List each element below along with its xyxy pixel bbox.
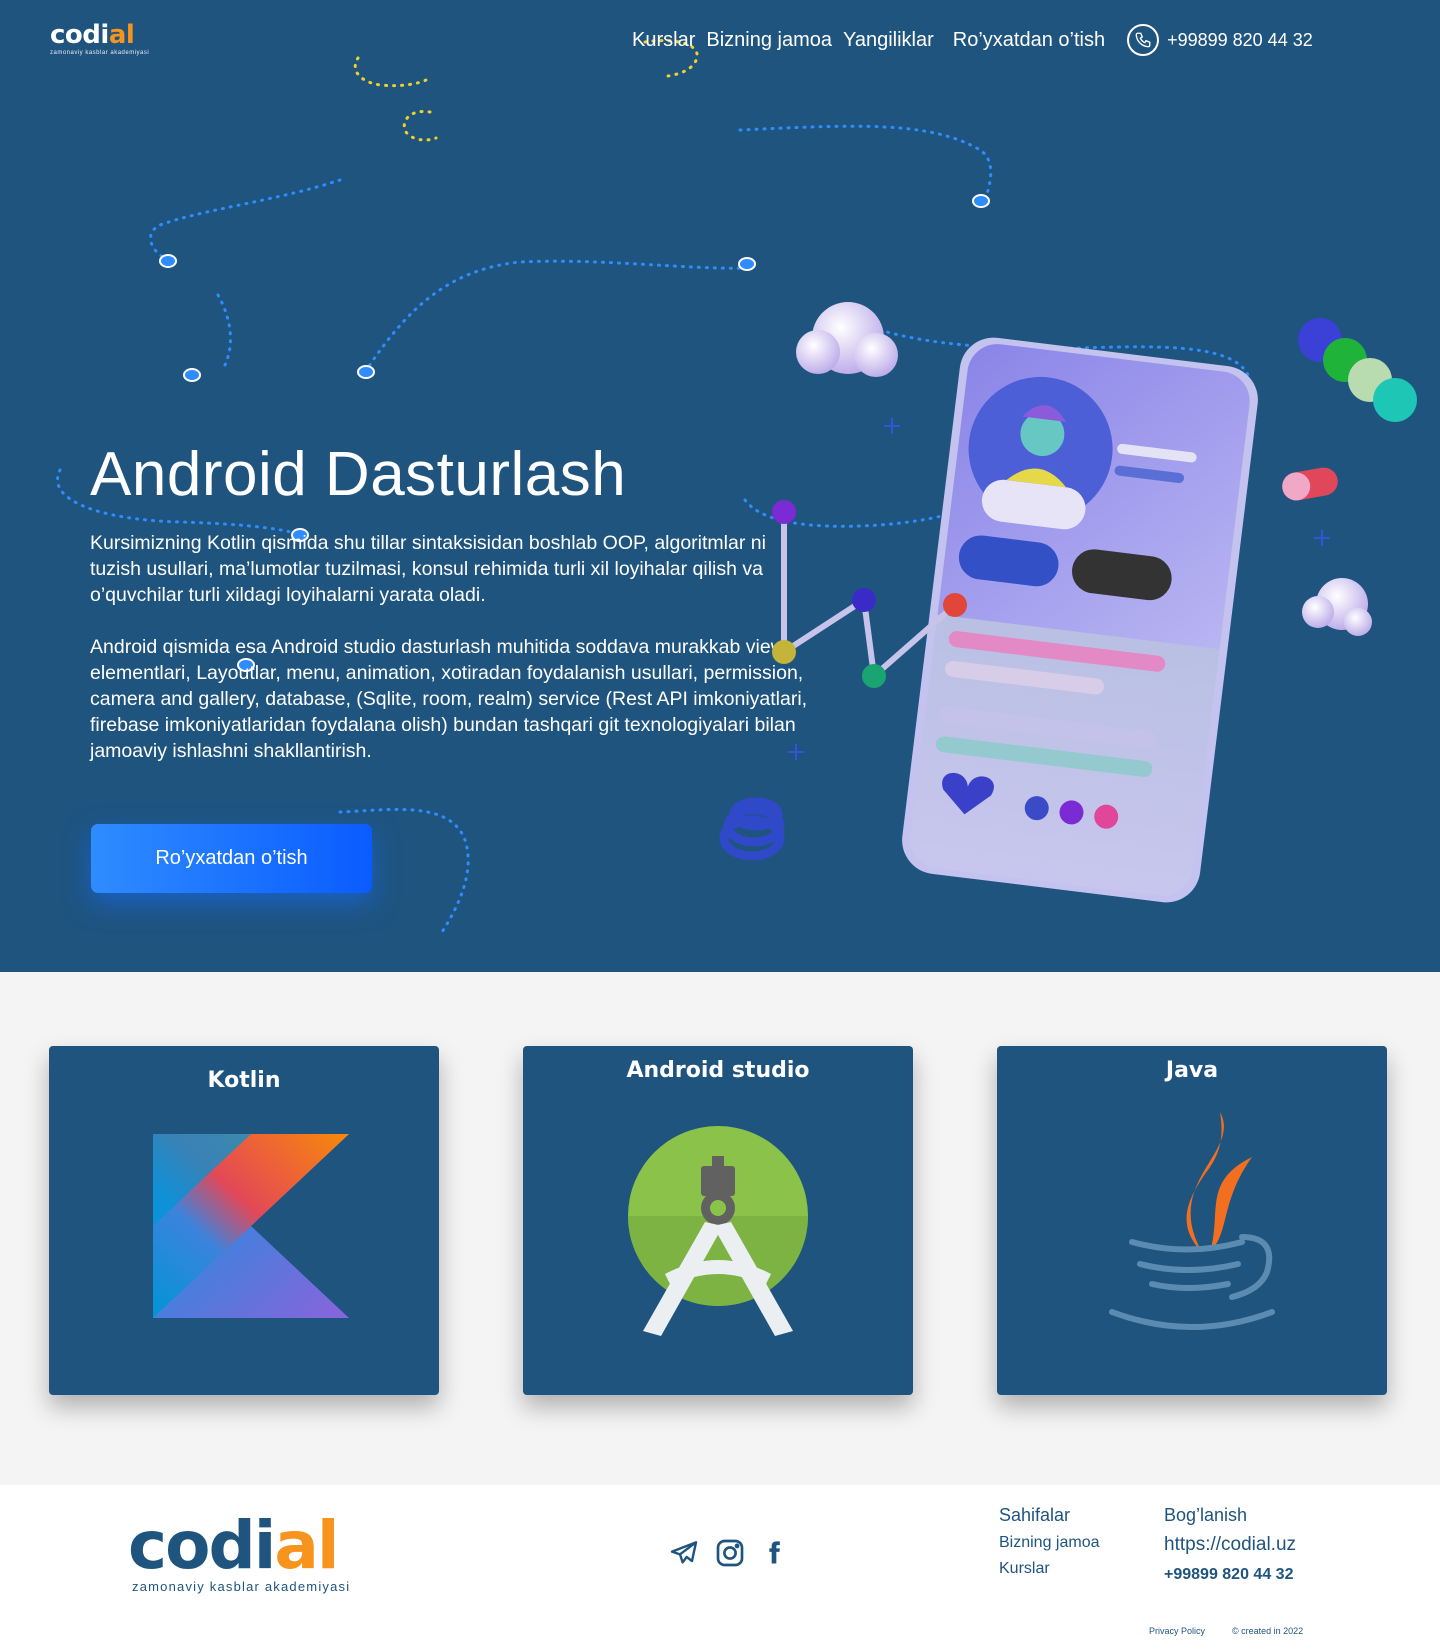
technology-cards: Kotlin Android studio Java bbox=[0, 972, 1440, 1485]
privacy-policy-link[interactable]: Privacy Policy bbox=[1149, 1626, 1205, 1636]
footer-logo[interactable]: codial zamonaviy kasblar akademiyasi bbox=[128, 1513, 351, 1595]
nav-link-register[interactable]: Ro’yxatdan o’tish bbox=[953, 29, 1105, 52]
java-logo-icon bbox=[1109, 1112, 1275, 1330]
logo-text-accent: al bbox=[108, 20, 135, 50]
footer-logo-text-accent: al bbox=[274, 1507, 339, 1584]
footer-pages-heading: Sahifalar bbox=[999, 1505, 1071, 1525]
phone-illustration bbox=[719, 302, 1417, 903]
telegram-icon[interactable] bbox=[668, 1537, 700, 1569]
phone-icon bbox=[1127, 24, 1160, 56]
footer-contact: Bog’lanish https://codial.uz +99899 820 … bbox=[1164, 1505, 1296, 1584]
footer-phone[interactable]: +99899 820 44 32 bbox=[1164, 1566, 1296, 1584]
social-links bbox=[668, 1537, 802, 1569]
kotlin-logo-icon bbox=[153, 1134, 349, 1318]
card-title-kotlin: Kotlin bbox=[207, 1068, 281, 1093]
hero-title: Android Dasturlash bbox=[90, 440, 627, 509]
header-phone[interactable]: +99899 820 44 32 bbox=[1127, 24, 1313, 56]
hero-section: codial zamonaviy kasblar akademiyasi Kur… bbox=[0, 0, 1440, 972]
main-nav: Kurslar Bizning jamoa Yangiliklar Ro’yxa… bbox=[632, 24, 1313, 56]
footer-pages: Sahifalar Bizning jamoa Kurslar bbox=[999, 1505, 1100, 1586]
header-phone-number: +99899 820 44 32 bbox=[1167, 29, 1313, 50]
android-studio-logo-icon bbox=[628, 1126, 808, 1336]
footer-link-kurslar[interactable]: Kurslar bbox=[999, 1560, 1100, 1578]
footer-logo-text: codi bbox=[128, 1507, 276, 1584]
nav-link-kurslar[interactable]: Kurslar bbox=[632, 29, 695, 52]
register-button[interactable]: Ro’yxatdan o’tish bbox=[91, 824, 372, 893]
card-java[interactable]: Java bbox=[997, 1046, 1387, 1395]
footer: codial zamonaviy kasblar akademiyasi Sah… bbox=[0, 1485, 1440, 1649]
card-title-android-studio: Android studio bbox=[626, 1058, 810, 1083]
footer-link-bizning-jamoa[interactable]: Bizning jamoa bbox=[999, 1534, 1100, 1552]
instagram-icon[interactable] bbox=[714, 1537, 746, 1569]
card-android-studio[interactable]: Android studio bbox=[523, 1046, 913, 1395]
nav-link-yangiliklar[interactable]: Yangiliklar bbox=[843, 29, 934, 52]
footer-website-link[interactable]: https://codial.uz bbox=[1164, 1534, 1296, 1556]
facebook-icon[interactable] bbox=[760, 1537, 788, 1569]
footer-logo-tagline: zamonaviy kasblar akademiyasi bbox=[132, 1579, 351, 1594]
card-title-java: Java bbox=[1165, 1058, 1219, 1083]
logo-text: codi bbox=[50, 20, 109, 50]
nav-link-bizning-jamoa[interactable]: Bizning jamoa bbox=[706, 29, 832, 52]
card-kotlin[interactable]: Kotlin bbox=[49, 1046, 439, 1395]
header-logo[interactable]: codial zamonaviy kasblar akademiyasi bbox=[50, 22, 149, 56]
copyright-text: © created in 2022 bbox=[1232, 1626, 1304, 1636]
logo-tagline: zamonaviy kasblar akademiyasi bbox=[50, 50, 150, 56]
footer-contact-heading: Bog’lanish bbox=[1164, 1505, 1248, 1525]
